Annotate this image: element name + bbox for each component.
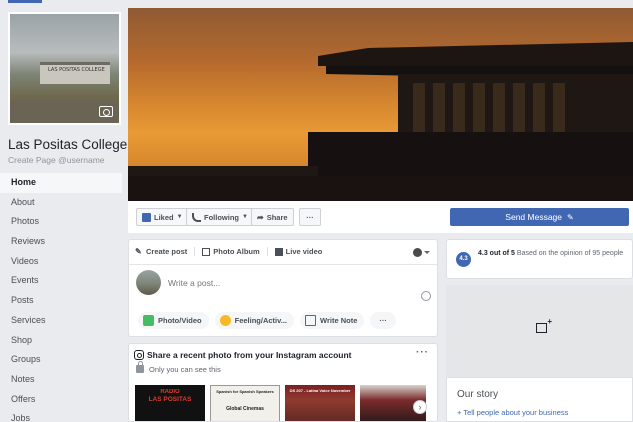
nav-item-reviews[interactable]: Reviews <box>0 232 122 252</box>
following-button[interactable]: Following ▼ <box>186 208 254 226</box>
rss-icon <box>192 212 201 222</box>
lock-icon <box>136 361 144 373</box>
nav-item-offers[interactable]: Offers <box>0 390 122 410</box>
write-note-label: Write Note <box>320 316 358 325</box>
rating-score: 4.3 out of 5 <box>478 250 515 257</box>
camera-icon[interactable] <box>99 106 113 117</box>
pencil-icon: ✎ <box>567 212 574 222</box>
nav-item-events[interactable]: Events <box>0 271 122 291</box>
more-actions-button[interactable]: ··· <box>370 312 396 329</box>
feeling-activity-label: Feeling/Activ... <box>234 316 287 325</box>
nav-item-photos[interactable]: Photos <box>0 212 122 232</box>
instagram-thumbnail[interactable]: DS 207 - Latina Voice November <box>285 385 355 421</box>
chevron-down-icon: ▼ <box>176 214 183 220</box>
emoji-icon[interactable] <box>421 291 431 301</box>
left-sidebar: LAS POSITAS COLLEGE Las Positas College … <box>0 0 128 422</box>
thumbnail-caption: LAS POSITAS <box>148 396 192 403</box>
composer-actions: Photo/Video Feeling/Activ... Write Note … <box>138 312 402 329</box>
instagram-thumbnail[interactable]: RADIO LAS POSITAS <box>135 385 205 421</box>
thumbnail-caption: Global Cinemas <box>226 406 264 412</box>
post-as-avatar <box>413 248 422 257</box>
send-message-label: Send Message <box>505 212 562 222</box>
create-username-link[interactable]: Create Page @username <box>8 155 105 165</box>
profile-picture[interactable]: LAS POSITAS COLLEGE <box>8 12 121 125</box>
nav-item-notes[interactable]: Notes <box>0 370 122 390</box>
feeling-activity-button[interactable]: Feeling/Activ... <box>214 312 294 329</box>
nav-item-jobs[interactable]: Jobs <box>0 409 122 422</box>
liked-button[interactable]: Liked ▼ <box>136 208 189 226</box>
nav-item-groups[interactable]: Groups <box>0 350 122 370</box>
instagram-thumbnails: RADIO LAS POSITAS Spanish for Spanish Sp… <box>135 385 431 421</box>
thumbnail-caption: DS 207 - Latina Voice November <box>289 388 351 393</box>
thumbnail-caption: RADIO <box>160 389 180 395</box>
page-action-bar: Liked ▼ Following ▼ ➦ Share ··· Send Mes… <box>128 201 633 233</box>
share-button[interactable]: ➦ Share <box>251 208 294 226</box>
page-nav: Home About Photos Reviews Videos Events … <box>0 173 122 422</box>
building-sign-text: LAS POSITAS COLLEGE <box>48 67 105 73</box>
liked-label: Liked <box>154 212 174 222</box>
note-icon <box>305 315 316 326</box>
rating-summary: 4.3 out of 5 Based on the opinion of 95 … <box>478 249 628 259</box>
more-options-button[interactable]: ··· <box>299 208 321 226</box>
avatar <box>136 270 161 295</box>
rating-basis: Based on the opinion of 95 people <box>516 250 624 257</box>
following-label: Following <box>204 212 239 222</box>
share-label: Share <box>266 212 288 222</box>
post-as-selector[interactable] <box>413 248 431 257</box>
card-more-button[interactable]: ··· <box>416 347 429 358</box>
tab-photo-album-label: Photo Album <box>213 247 260 256</box>
map-photo-placeholder[interactable] <box>446 285 633 377</box>
post-composer: ✎ Create post Photo Album Live video Wri… <box>128 239 438 337</box>
page-title[interactable]: Las Positas College <box>8 137 127 152</box>
photo-icon <box>143 315 154 326</box>
privacy-note: Only you can see this <box>149 365 221 374</box>
cover-photo[interactable] <box>128 8 633 201</box>
chevron-down-icon: ▼ <box>242 214 248 220</box>
nav-item-home[interactable]: Home <box>0 173 122 193</box>
photo-video-label: Photo/Video <box>158 316 202 325</box>
tab-create-post[interactable]: ✎ Create post <box>135 247 187 256</box>
write-note-button[interactable]: Write Note <box>300 312 365 329</box>
smiley-icon <box>219 315 231 326</box>
chevron-right-icon[interactable]: › <box>413 400 427 414</box>
tab-divider <box>194 247 196 256</box>
nav-item-shop[interactable]: Shop <box>0 331 122 351</box>
composer-tabs: ✎ Create post Photo Album Live video <box>135 247 329 256</box>
thumbnail-caption: Spanish for Spanish Speakers <box>216 389 274 394</box>
nav-item-videos[interactable]: Videos <box>0 252 122 272</box>
share-arrow-icon: ➦ <box>257 212 264 222</box>
nav-item-services[interactable]: Services <box>0 311 122 331</box>
chevron-down-icon <box>424 251 430 254</box>
tab-divider <box>266 247 268 256</box>
our-story-card: Our story + Tell people about your busin… <box>446 377 633 422</box>
thumbs-up-icon <box>142 212 151 222</box>
tab-live-video-label: Live video <box>285 247 323 256</box>
video-camera-icon <box>274 247 283 256</box>
pencil-icon: ✎ <box>135 246 142 256</box>
photo-album-icon <box>202 247 211 256</box>
tell-people-link[interactable]: + Tell people about your business <box>457 408 568 417</box>
tab-photo-album[interactable]: Photo Album <box>202 247 260 256</box>
top-accent-bar <box>8 0 42 3</box>
nav-item-about[interactable]: About <box>0 193 122 213</box>
instagram-share-card: Share a recent photo from your Instagram… <box>128 343 438 422</box>
send-message-button[interactable]: Send Message ✎ <box>450 208 629 226</box>
building-silhouette <box>128 42 633 201</box>
rating-badge: 4.3 <box>456 252 471 267</box>
facebook-page: LAS POSITAS COLLEGE Las Positas College … <box>0 0 633 422</box>
building-sign <box>40 62 110 84</box>
add-photo-icon[interactable] <box>536 317 552 333</box>
tab-create-post-label: Create post <box>146 247 188 256</box>
our-story-title: Our story <box>457 389 499 400</box>
tab-live-video[interactable]: Live video <box>274 247 323 256</box>
instagram-icon <box>134 350 144 360</box>
composer-divider <box>129 264 437 265</box>
rating-card[interactable]: 4.3 4.3 out of 5 Based on the opinion of… <box>446 239 633 279</box>
instagram-card-title: Share a recent photo from your Instagram… <box>147 350 352 360</box>
post-input[interactable] <box>168 278 368 288</box>
nav-item-posts[interactable]: Posts <box>0 291 122 311</box>
instagram-thumbnail[interactable]: Spanish for Spanish Speakers Global Cine… <box>210 385 280 421</box>
photo-video-button[interactable]: Photo/Video <box>138 312 209 329</box>
